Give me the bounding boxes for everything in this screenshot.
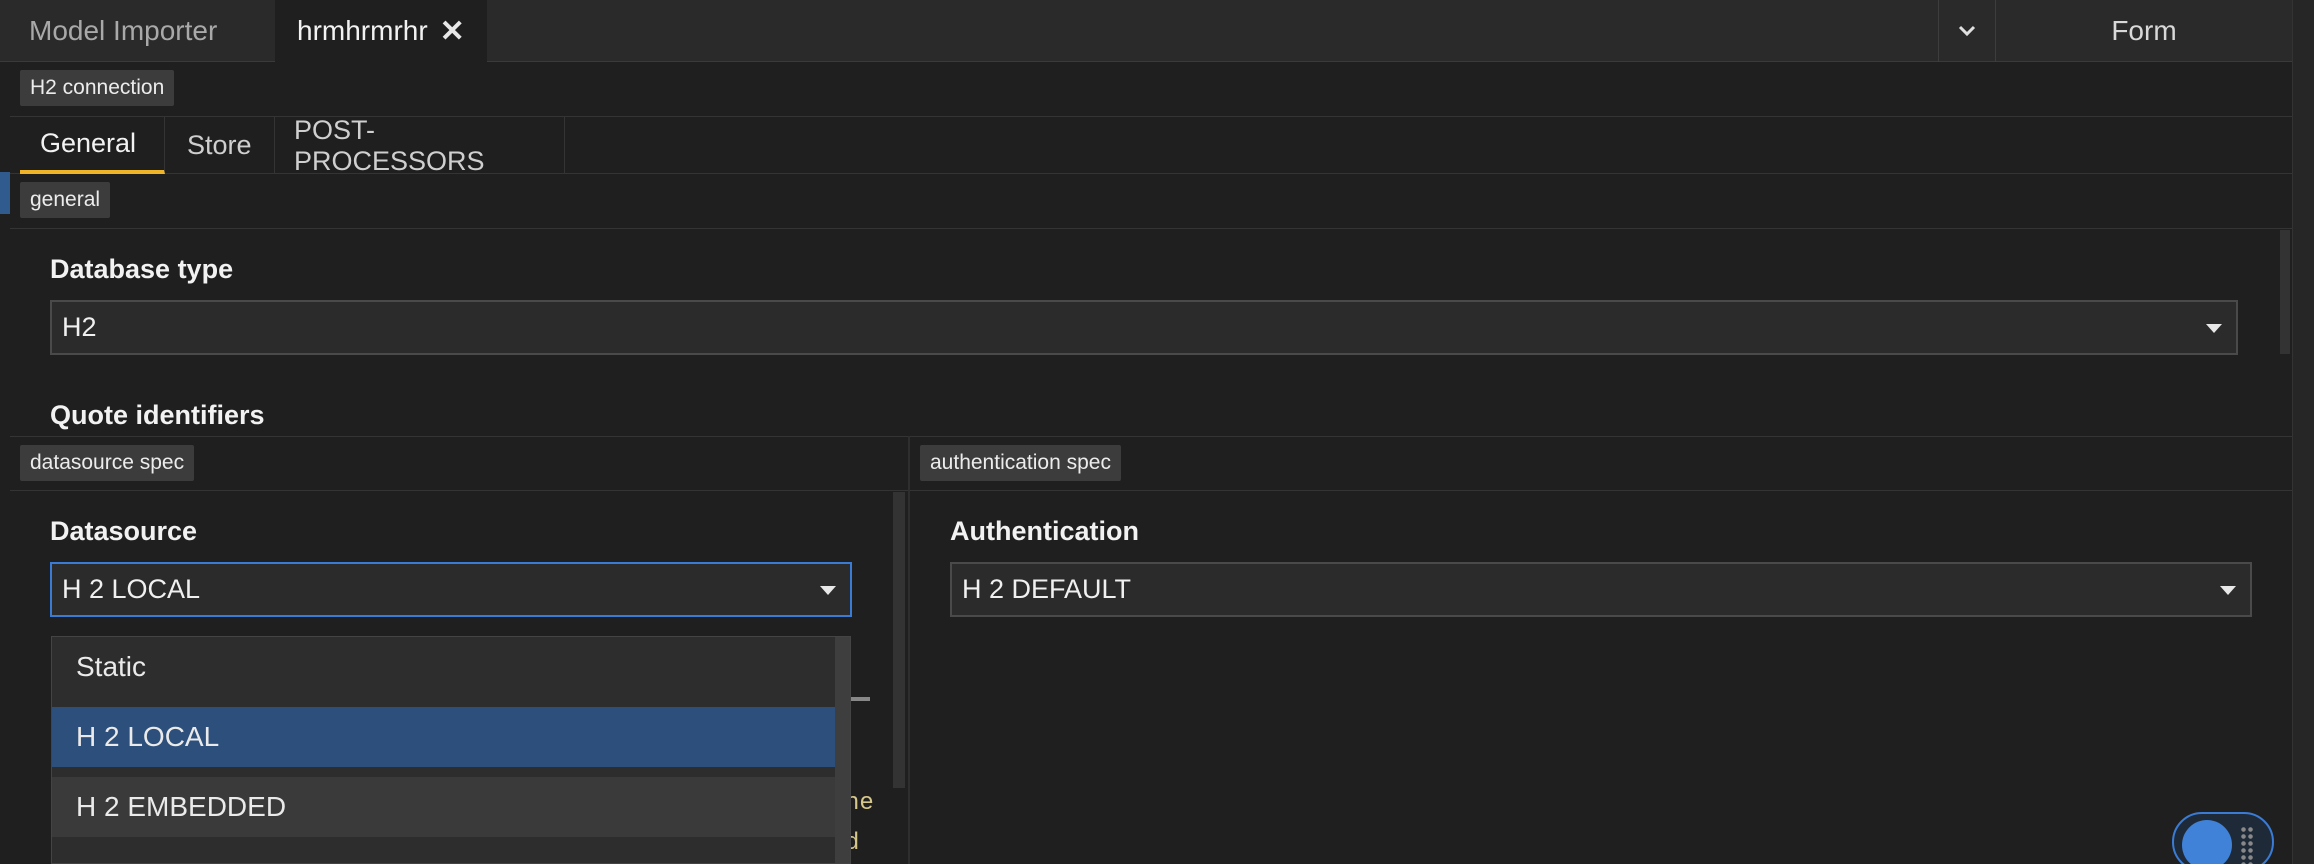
form-view-toggle[interactable]: Form bbox=[1996, 0, 2292, 62]
caret-down-icon bbox=[2220, 586, 2236, 595]
section-tabs: General Store POST-PROCESSORS bbox=[10, 114, 2292, 176]
panel-toggle-switch[interactable] bbox=[2172, 812, 2274, 864]
tab-list-dropdown-button[interactable] bbox=[1938, 0, 1996, 62]
connection-header bbox=[10, 62, 2292, 117]
editor-tab-bar: Model Importer hrmhrmrhr ✕ Form bbox=[0, 0, 2314, 62]
tab-label: General bbox=[40, 128, 137, 158]
tab-label: hrmhrmrhr bbox=[297, 15, 428, 46]
authentication-label: Authentication bbox=[950, 516, 1139, 546]
option-h2-local[interactable]: H 2 LOCAL bbox=[52, 707, 835, 767]
form-label: Form bbox=[2111, 15, 2177, 46]
scrollbar[interactable] bbox=[2280, 230, 2290, 354]
connection-badge: H2 connection bbox=[20, 70, 175, 106]
quote-identifiers-label: Quote identifiers bbox=[50, 400, 265, 430]
spec-header bbox=[10, 436, 2292, 491]
tab-label: Model Importer bbox=[29, 15, 218, 46]
datasource-label: Datasource bbox=[50, 516, 198, 546]
option-label: Static bbox=[76, 651, 147, 682]
tab-label: POST-PROCESSORS bbox=[294, 114, 485, 176]
option-label: H 2 EMBEDDED bbox=[76, 791, 287, 822]
tab-label: Store bbox=[187, 130, 252, 160]
tab-hrmhrmrhr[interactable]: hrmhrmrhr ✕ bbox=[275, 0, 487, 62]
left-selection-marker bbox=[0, 172, 10, 214]
drag-grip-icon[interactable] bbox=[2240, 826, 2254, 864]
caret-down-icon bbox=[820, 586, 836, 595]
caret-down-icon bbox=[2206, 324, 2222, 333]
general-badge: general bbox=[20, 182, 111, 218]
tab-post-processors[interactable]: POST-PROCESSORS bbox=[275, 114, 565, 176]
authentication-select[interactable]: H 2 DEFAULT bbox=[950, 562, 2252, 617]
datasource-spec-badge: datasource spec bbox=[20, 445, 195, 481]
select-value: H 2 DEFAULT bbox=[962, 574, 1132, 604]
authentication-spec-badge: authentication spec bbox=[920, 445, 1121, 481]
right-gutter bbox=[2292, 0, 2314, 864]
general-header bbox=[10, 174, 2292, 229]
dropdown-scrollbar[interactable] bbox=[835, 637, 850, 863]
option-label: H 2 LOCAL bbox=[76, 721, 220, 752]
database-type-label: Database type bbox=[50, 254, 234, 284]
tab-store[interactable]: Store bbox=[165, 117, 275, 174]
scrollbar[interactable] bbox=[893, 492, 905, 788]
option-static[interactable]: Static bbox=[52, 637, 835, 697]
datasource-select[interactable]: H 2 LOCAL bbox=[50, 562, 852, 617]
datasource-options-list: Static H 2 LOCAL H 2 EMBEDDED bbox=[51, 636, 851, 864]
select-value: H2 bbox=[62, 312, 97, 342]
option-h2-embedded[interactable]: H 2 EMBEDDED bbox=[52, 777, 835, 837]
select-value: H 2 LOCAL bbox=[62, 574, 201, 604]
toggle-knob bbox=[2182, 820, 2232, 864]
chevron-down-icon bbox=[1958, 25, 1976, 37]
tab-general[interactable]: General bbox=[20, 117, 165, 174]
database-type-select[interactable]: H2 bbox=[50, 300, 2238, 355]
column-divider bbox=[908, 436, 910, 864]
tab-model-importer[interactable]: Model Importer bbox=[0, 0, 275, 62]
close-icon[interactable]: ✕ bbox=[440, 14, 465, 49]
